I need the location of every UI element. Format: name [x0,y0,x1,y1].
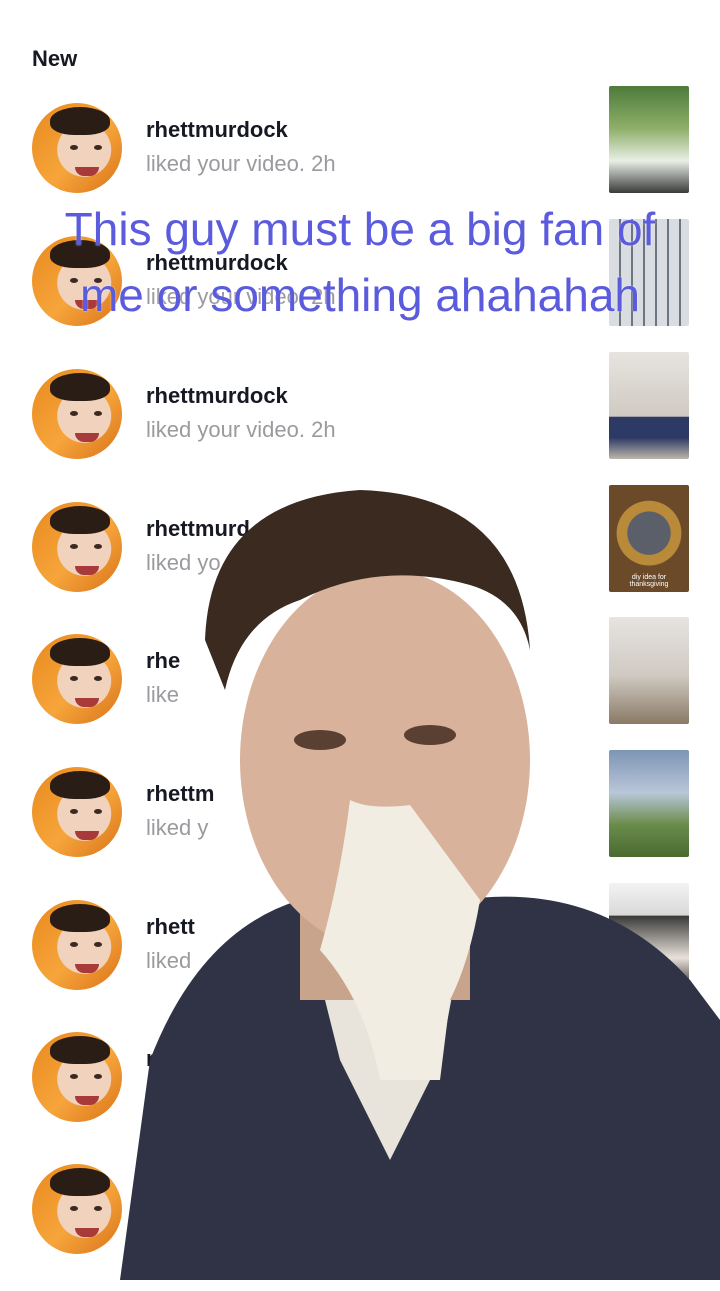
avatar[interactable] [32,1032,122,1122]
activity-text: like [146,682,180,707]
username[interactable]: rhett [146,914,195,940]
overlay-caption: This guy must be a big fan of me or some… [64,203,656,321]
username[interactable]: rhettmurdock [146,383,288,409]
avatar[interactable] [32,369,122,459]
thumbnail-caption: diy idea for thanksgiving [629,574,669,588]
avatar[interactable] [32,1164,122,1254]
activity-text: liked your video. 2h [146,417,336,442]
notification-row[interactable]: rhett lik [0,1026,720,1159]
activity-text: liked [146,948,192,973]
avatar[interactable] [32,103,122,193]
username[interactable]: rhe [146,648,180,674]
avatar[interactable] [32,634,122,724]
avatar[interactable] [32,767,122,857]
notification-row[interactable] [0,1158,720,1291]
username[interactable]: rhettm [146,781,214,807]
activity-text: lik [146,1080,167,1105]
activity-text: liked your video. 2h [146,151,336,176]
username[interactable]: rhett [146,1046,195,1072]
notification-row[interactable]: rhettm liked y [0,750,720,894]
video-thumbnail[interactable] [609,750,689,857]
video-thumbnail[interactable] [609,617,689,724]
avatar[interactable] [32,900,122,990]
notification-row[interactable]: rhettmurdock liked your video. 2h [0,352,720,496]
notification-row[interactable]: rhettmurd liked yo diy idea for thanksgi… [0,485,720,629]
notification-row[interactable]: rhett liked [0,883,720,1027]
section-label-new: New [32,46,78,71]
avatar[interactable] [32,502,122,592]
activity-text: liked yo [146,550,221,575]
video-thumbnail[interactable]: diy idea for thanksgiving [609,485,689,592]
username[interactable]: rhettmurdock [146,117,288,143]
video-thumbnail[interactable] [609,883,689,990]
video-thumbnail[interactable] [609,86,689,193]
username[interactable]: rhettmurd [146,516,250,542]
video-thumbnail[interactable] [609,352,689,459]
activity-text: liked y [146,815,209,840]
notification-row[interactable]: rhe like [0,617,720,761]
